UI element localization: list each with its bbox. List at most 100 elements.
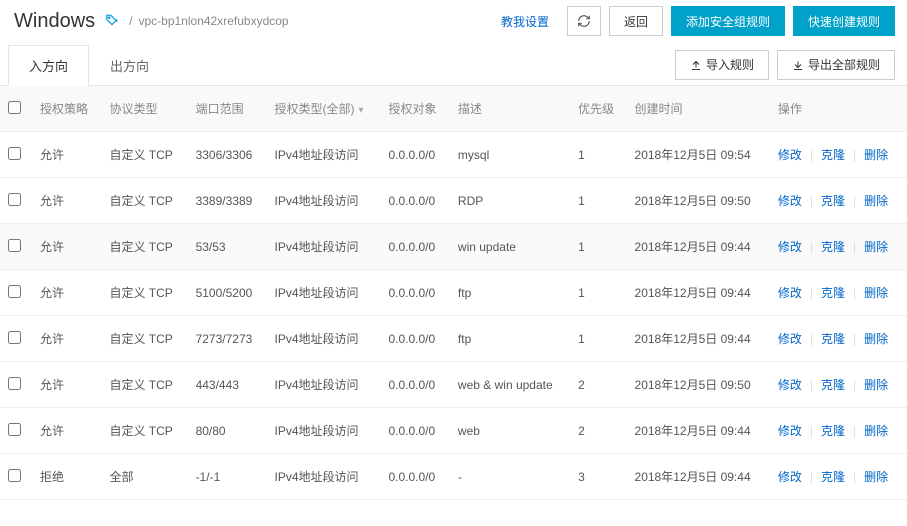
- col-ops: 操作: [770, 86, 907, 132]
- col-created: 创建时间: [627, 86, 770, 132]
- cell-created: 2018年12月5日 09:44: [627, 224, 770, 270]
- cell-port: 5100/5200: [188, 270, 267, 316]
- op-delete[interactable]: 删除: [864, 240, 888, 254]
- cell-port: -1/-1: [188, 454, 267, 500]
- row-checkbox[interactable]: [8, 423, 21, 436]
- table-row: 允许自定义 TCP5100/5200IPv4地址段访问0.0.0.0/0ftp1…: [0, 270, 907, 316]
- cell-object: 0.0.0.0/0: [380, 316, 449, 362]
- cell-port: 7273/7273: [188, 316, 267, 362]
- row-checkbox[interactable]: [8, 193, 21, 206]
- cell-object: 0.0.0.0/0: [380, 178, 449, 224]
- cell-desc: web & win update: [450, 362, 570, 408]
- row-checkbox[interactable]: [8, 285, 21, 298]
- cell-object: 0.0.0.0/0: [380, 362, 449, 408]
- op-clone[interactable]: 克隆: [821, 424, 845, 438]
- op-modify[interactable]: 修改: [778, 332, 802, 346]
- cell-protocol: 自定义 TCP: [101, 132, 187, 178]
- cell-protocol: 自定义 TCP: [101, 270, 187, 316]
- cell-priority: 1: [570, 224, 626, 270]
- op-delete[interactable]: 删除: [864, 424, 888, 438]
- rules-table: 授权策略 协议类型 端口范围 授权类型(全部)▾ 授权对象 描述 优先级 创建时…: [0, 86, 907, 500]
- download-icon: [792, 59, 804, 71]
- select-all-checkbox[interactable]: [8, 101, 21, 114]
- page-title: Windows: [14, 10, 95, 33]
- cell-desc: ftp: [450, 270, 570, 316]
- col-protocol: 协议类型: [101, 86, 187, 132]
- cell-priority: 2: [570, 362, 626, 408]
- cell-policy: 允许: [32, 316, 101, 362]
- cell-policy: 允许: [32, 408, 101, 454]
- tag-icon[interactable]: [105, 13, 119, 30]
- op-clone[interactable]: 克隆: [821, 332, 845, 346]
- op-delete[interactable]: 删除: [864, 286, 888, 300]
- quick-create-button[interactable]: 快速创建规则: [793, 6, 895, 36]
- op-delete[interactable]: 删除: [864, 332, 888, 346]
- op-clone[interactable]: 克隆: [821, 194, 845, 208]
- row-checkbox[interactable]: [8, 331, 21, 344]
- cell-priority: 2: [570, 408, 626, 454]
- col-object: 授权对象: [380, 86, 449, 132]
- cell-ops: 修改|克隆|删除: [770, 362, 907, 408]
- cell-ops: 修改|克隆|删除: [770, 316, 907, 362]
- cell-desc: RDP: [450, 178, 570, 224]
- table-row: 拒绝全部-1/-1IPv4地址段访问0.0.0.0/0-32018年12月5日 …: [0, 454, 907, 500]
- cell-object: 0.0.0.0/0: [380, 454, 449, 500]
- op-clone[interactable]: 克隆: [821, 148, 845, 162]
- tab-inbound[interactable]: 入方向: [8, 45, 89, 86]
- op-delete[interactable]: 删除: [864, 194, 888, 208]
- cell-created: 2018年12月5日 09:44: [627, 316, 770, 362]
- row-checkbox[interactable]: [8, 147, 21, 160]
- cell-ops: 修改|克隆|删除: [770, 270, 907, 316]
- op-clone[interactable]: 克隆: [821, 240, 845, 254]
- cell-object: 0.0.0.0/0: [380, 408, 449, 454]
- op-delete[interactable]: 删除: [864, 378, 888, 392]
- row-checkbox[interactable]: [8, 469, 21, 482]
- op-clone[interactable]: 克隆: [821, 378, 845, 392]
- cell-desc: mysql: [450, 132, 570, 178]
- cell-ops: 修改|克隆|删除: [770, 132, 907, 178]
- export-rules-label: 导出全部规则: [808, 56, 880, 73]
- op-modify[interactable]: 修改: [778, 240, 802, 254]
- back-button[interactable]: 返回: [609, 6, 663, 36]
- op-modify[interactable]: 修改: [778, 194, 802, 208]
- op-modify[interactable]: 修改: [778, 378, 802, 392]
- cell-policy: 允许: [32, 132, 101, 178]
- table-row: 允许自定义 TCP80/80IPv4地址段访问0.0.0.0/0web22018…: [0, 408, 907, 454]
- cell-ops: 修改|克隆|删除: [770, 178, 907, 224]
- row-checkbox[interactable]: [8, 377, 21, 390]
- import-rules-button[interactable]: 导入规则: [675, 50, 769, 80]
- tabs-row: 入方向 出方向 导入规则 导出全部规则: [0, 44, 907, 86]
- teach-me-link[interactable]: 教我设置: [501, 13, 549, 30]
- op-delete[interactable]: 删除: [864, 148, 888, 162]
- op-clone[interactable]: 克隆: [821, 470, 845, 484]
- col-authtype[interactable]: 授权类型(全部)▾: [266, 86, 380, 132]
- cell-created: 2018年12月5日 09:44: [627, 270, 770, 316]
- col-policy: 授权策略: [32, 86, 101, 132]
- cell-policy: 允许: [32, 270, 101, 316]
- cell-protocol: 自定义 TCP: [101, 224, 187, 270]
- cell-authtype: IPv4地址段访问: [266, 270, 380, 316]
- cell-desc: -: [450, 454, 570, 500]
- refresh-button[interactable]: [567, 6, 601, 36]
- cell-authtype: IPv4地址段访问: [266, 362, 380, 408]
- add-rule-button[interactable]: 添加安全组规则: [671, 6, 785, 36]
- row-checkbox[interactable]: [8, 239, 21, 252]
- op-modify[interactable]: 修改: [778, 148, 802, 162]
- breadcrumb-sep: /: [129, 14, 132, 28]
- table-row: 允许自定义 TCP443/443IPv4地址段访问0.0.0.0/0web & …: [0, 362, 907, 408]
- table-row: 允许自定义 TCP7273/7273IPv4地址段访问0.0.0.0/0ftp1…: [0, 316, 907, 362]
- op-clone[interactable]: 克隆: [821, 286, 845, 300]
- cell-authtype: IPv4地址段访问: [266, 454, 380, 500]
- tab-outbound[interactable]: 出方向: [89, 45, 170, 86]
- direction-tabs: 入方向 出方向: [8, 44, 170, 85]
- cell-protocol: 自定义 TCP: [101, 362, 187, 408]
- op-delete[interactable]: 删除: [864, 470, 888, 484]
- cell-ops: 修改|克隆|删除: [770, 408, 907, 454]
- op-modify[interactable]: 修改: [778, 424, 802, 438]
- op-modify[interactable]: 修改: [778, 286, 802, 300]
- upload-icon: [690, 59, 702, 71]
- op-modify[interactable]: 修改: [778, 470, 802, 484]
- export-rules-button[interactable]: 导出全部规则: [777, 50, 895, 80]
- cell-policy: 允许: [32, 224, 101, 270]
- breadcrumb-vpc[interactable]: vpc-bp1nlon42xrefubxydcop: [138, 14, 288, 28]
